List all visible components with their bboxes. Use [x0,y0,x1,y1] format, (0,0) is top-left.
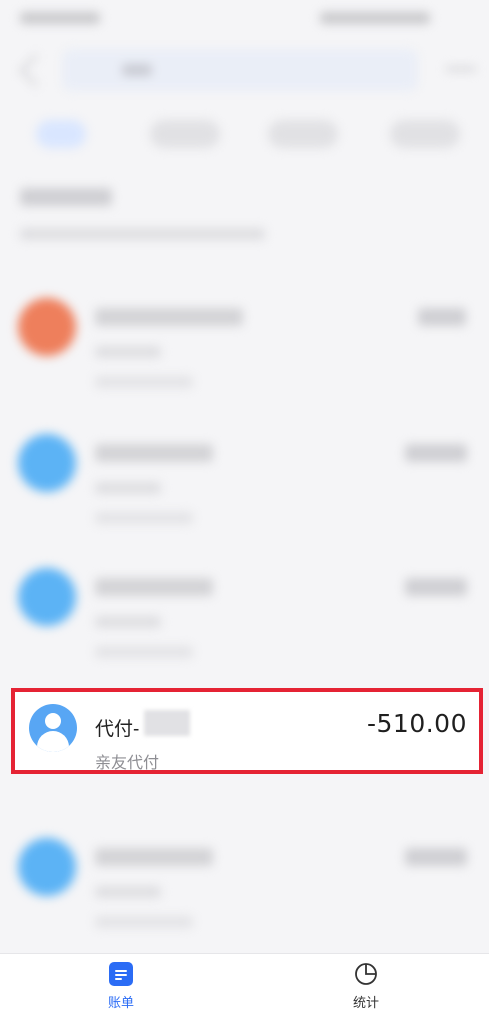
bottom-nav: 账单 统计 [0,953,489,1013]
status-bar [0,0,470,40]
search-row [0,45,489,95]
month-summary [20,228,265,240]
tab-bill[interactable]: 账单 [86,960,156,1012]
back-arrow-icon[interactable] [19,54,52,87]
user-avatar-icon [29,704,77,752]
more-icon[interactable] [446,67,476,71]
list-item-time [95,376,193,388]
record-category: 亲友代付 [95,755,160,772]
list-item-time [95,916,193,928]
pie-chart-icon [355,963,377,985]
search-placeholder [122,64,152,76]
avatar [18,568,76,626]
list-item-category [95,886,161,898]
list-item-category [95,482,161,494]
avatar [18,434,76,492]
status-bar-left [20,12,100,24]
tab-stats[interactable]: 统计 [331,960,401,1012]
search-input[interactable] [62,49,418,91]
list-item-amount [418,308,466,326]
list-item[interactable] [0,558,470,678]
list-item[interactable] [0,288,470,408]
filter-tab[interactable] [36,120,86,148]
record-amount: -510.00 [367,709,467,738]
list-item-amount [405,848,467,866]
list-item-amount [405,578,467,596]
filter-tab[interactable] [390,120,460,148]
highlighted-record[interactable]: 代付- -510.00 亲友代付 [11,688,483,774]
filter-tabs [0,110,489,160]
redacted-name-mask [144,710,190,736]
list-item-category [95,616,161,628]
list-item[interactable] [0,424,470,544]
list-item[interactable] [0,828,470,948]
list-item-title [95,848,213,866]
tab-bill-label: 账单 [107,995,134,1010]
filter-tab[interactable] [268,120,338,148]
filter-tab[interactable] [150,120,220,148]
status-bar-right [320,12,430,24]
avatar [18,298,76,356]
month-title[interactable] [20,188,112,206]
tab-stats-label: 统计 [352,995,379,1010]
list-item-title [95,444,213,462]
avatar [18,838,76,896]
list-item-title [95,578,213,596]
list-item-time [95,646,193,658]
record-payee: 代付- [95,719,140,740]
list-item-time [95,512,193,524]
list-item-amount [405,444,467,462]
month-header [20,180,400,250]
bill-icon [109,962,133,986]
list-item-title [95,308,243,326]
list-item-category [95,346,161,358]
